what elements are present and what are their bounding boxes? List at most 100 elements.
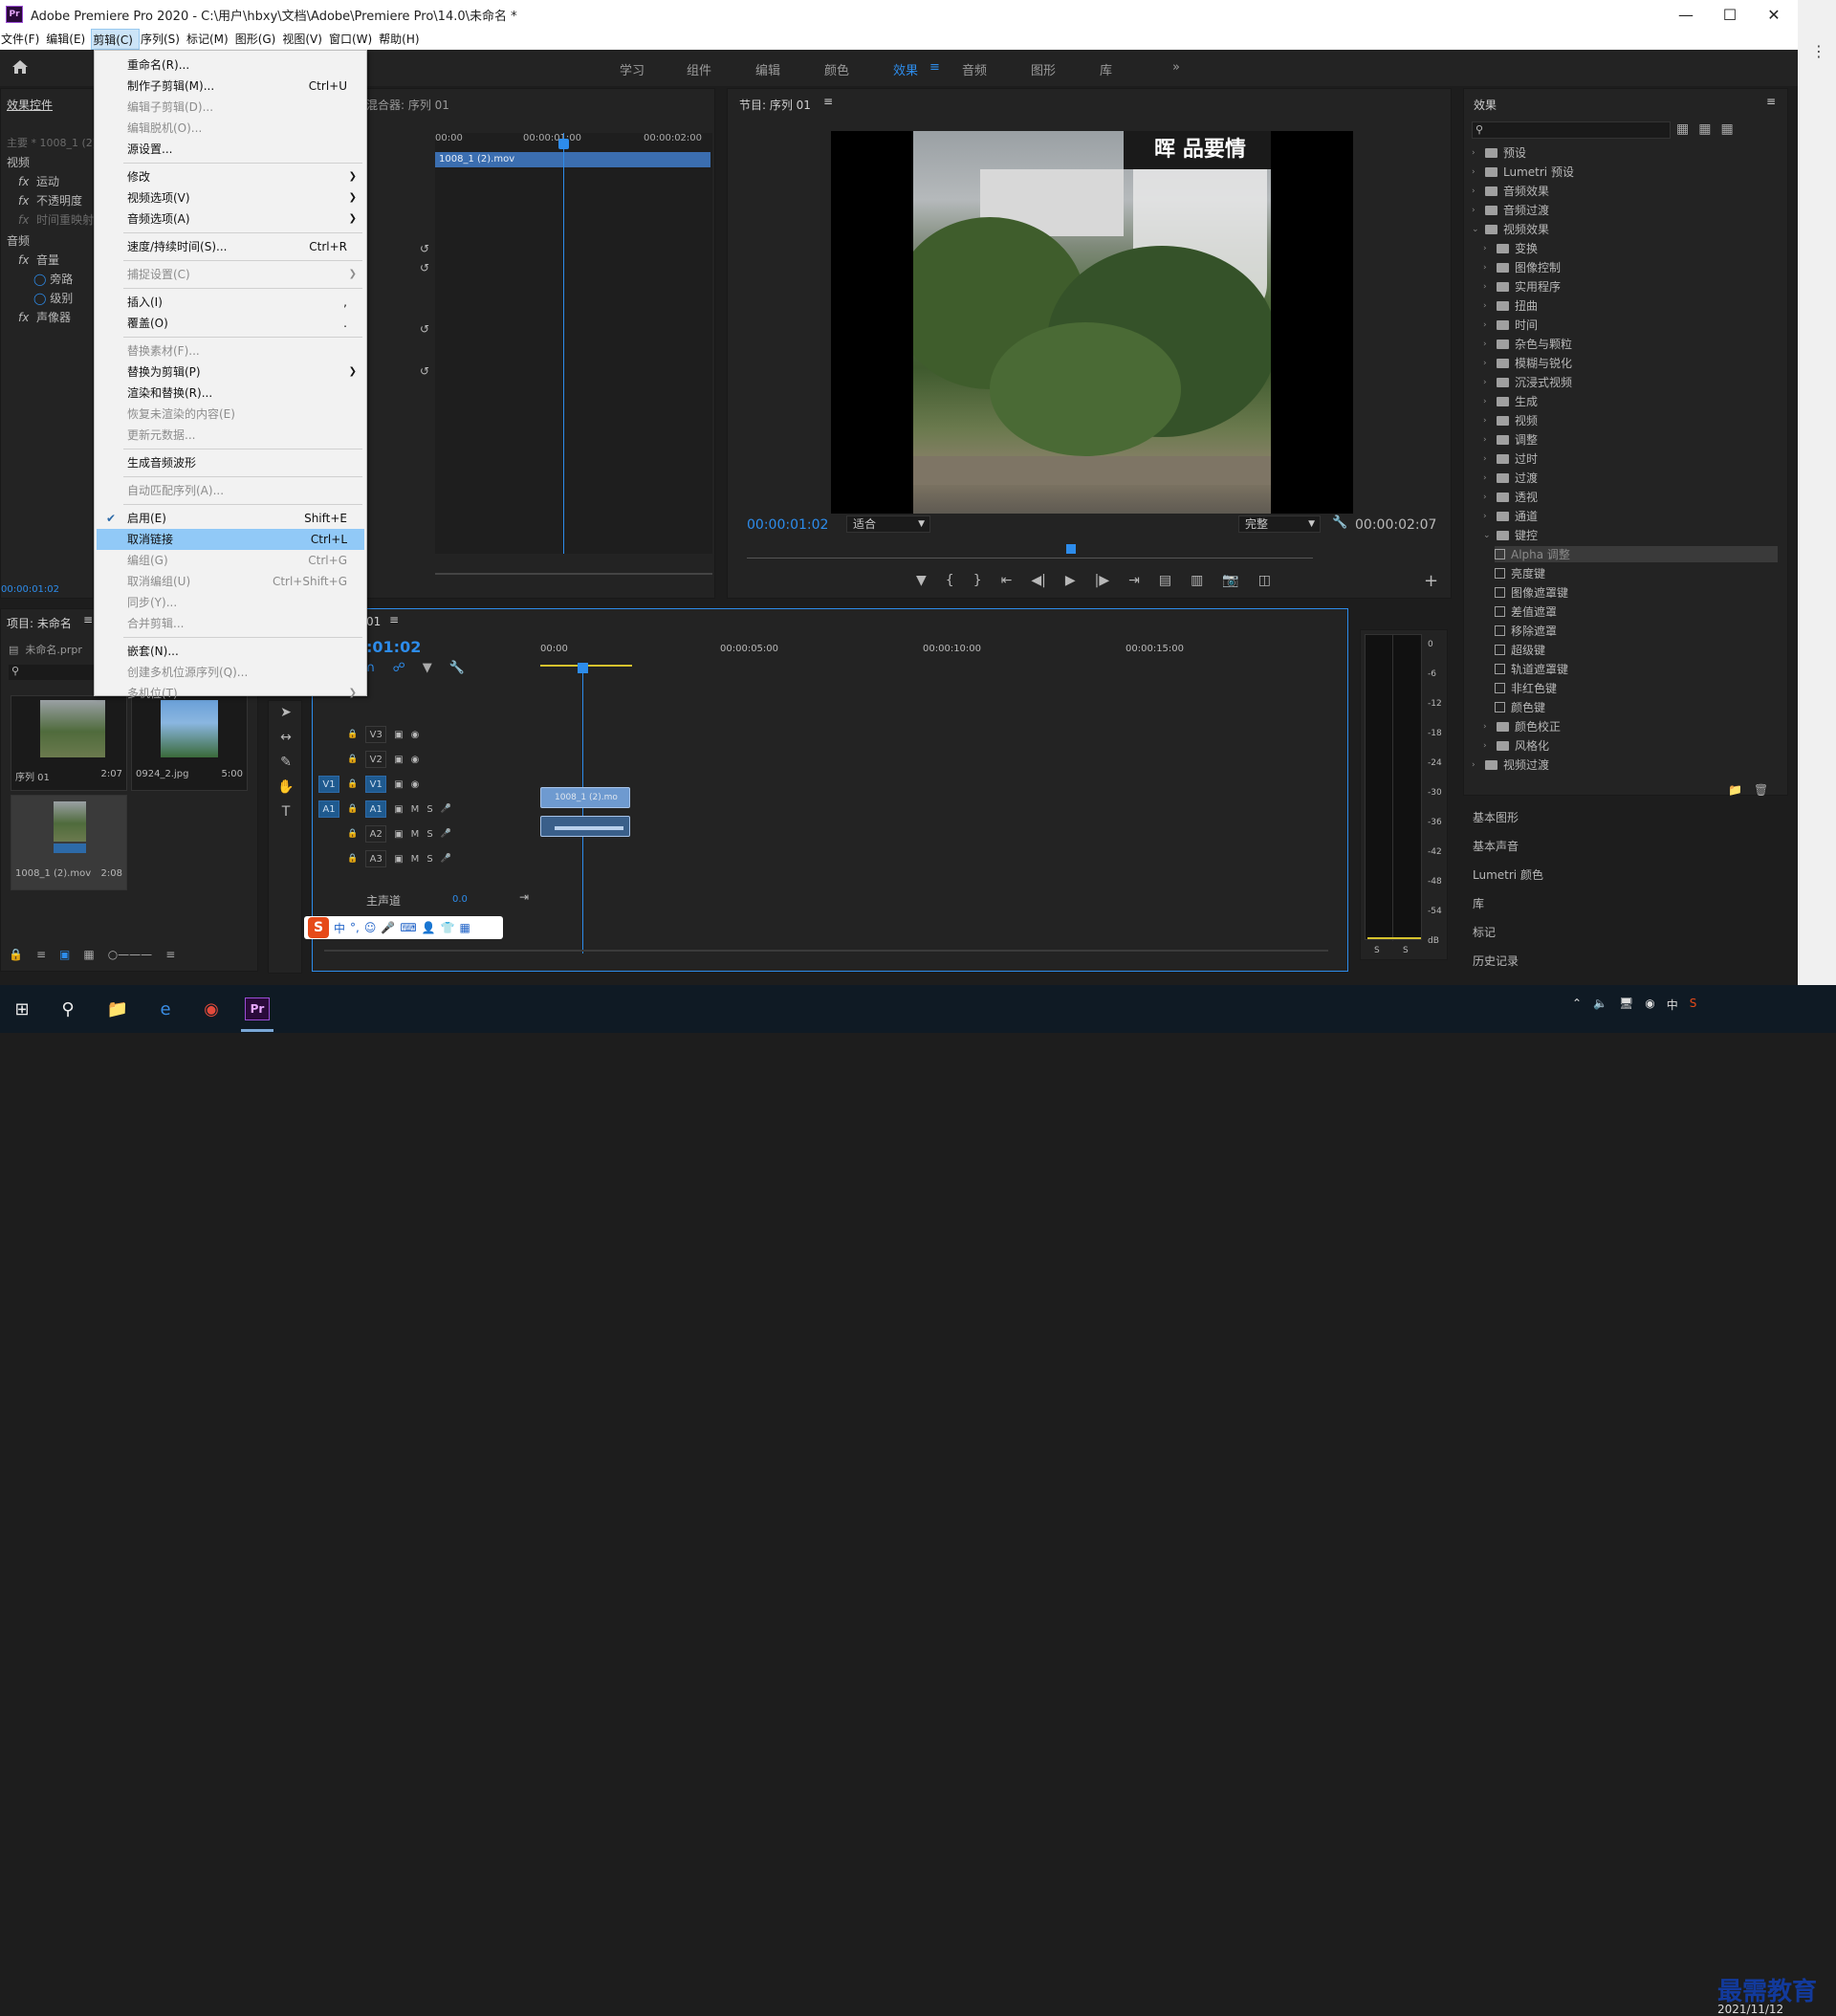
- close-button[interactable]: ✕: [1752, 0, 1796, 29]
- effects-tab[interactable]: 效果: [1474, 97, 1497, 113]
- param-bypass[interactable]: ◯ 旁路: [33, 271, 73, 287]
- panel-menu-icon[interactable]: ≡: [823, 95, 833, 108]
- program-timecode[interactable]: 00:00:01:02: [747, 517, 828, 533]
- tray-app-icon[interactable]: ◉: [1645, 997, 1654, 1013]
- effect-item[interactable]: 移除遮罩: [1495, 623, 1557, 639]
- ime-tray-icon[interactable]: 中: [1667, 997, 1678, 1013]
- context-menu-item[interactable]: 速度/持续时间(S)... Ctrl+R: [97, 236, 364, 257]
- mixer-tab[interactable]: 混合器: 序列 01: [366, 97, 449, 113]
- type-tool-icon[interactable]: T: [276, 804, 295, 823]
- lock-icon[interactable]: 🔒: [9, 948, 23, 961]
- panel-menu-icon[interactable]: ≡: [1766, 95, 1776, 108]
- effects-folder[interactable]: › 风格化: [1483, 737, 1549, 754]
- reset-icon[interactable]: ↺: [420, 242, 429, 255]
- context-menu-item[interactable]: 插入(I),: [97, 292, 364, 313]
- context-menu-item[interactable]: 音频选项(A) ❯: [97, 208, 364, 230]
- chevron-right-icon[interactable]: ›: [1472, 148, 1479, 158]
- audio-clip[interactable]: [540, 816, 630, 837]
- menu-window[interactable]: 窗口(W): [328, 29, 378, 50]
- sogou-tray-icon[interactable]: S: [1690, 997, 1697, 1013]
- context-menu-item[interactable]: 替换为剪辑(P) ❯: [97, 362, 364, 383]
- source-patch-button[interactable]: [318, 825, 339, 843]
- context-menu-item[interactable]: 修改 ❯: [97, 166, 364, 187]
- track-target-button[interactable]: A3: [365, 850, 387, 867]
- ime-chinese-mode[interactable]: 中: [334, 920, 345, 936]
- history-panel[interactable]: 历史记录: [1473, 953, 1519, 969]
- effects-folder[interactable]: › 预设: [1472, 144, 1526, 161]
- ime-keyboard-icon[interactable]: ⌨: [400, 921, 416, 934]
- effects-folder[interactable]: › 视频: [1483, 412, 1538, 428]
- effects-folder[interactable]: › 变换: [1483, 240, 1538, 256]
- lumetri-color-panel[interactable]: Lumetri 颜色: [1473, 866, 1543, 883]
- chevron-right-icon[interactable]: ›: [1483, 397, 1491, 406]
- zoom-scrollbar[interactable]: [435, 573, 712, 575]
- program-scrubber[interactable]: [747, 558, 1313, 559]
- context-menu-item[interactable]: 覆盖(O).: [97, 313, 364, 334]
- effects-search-input[interactable]: ⚲: [1472, 121, 1671, 139]
- list-view-icon[interactable]: ≡: [36, 948, 46, 961]
- chrome-browser-icon[interactable]: ◉: [197, 995, 226, 1023]
- reset-icon[interactable]: ↺: [420, 364, 429, 378]
- file-explorer-icon[interactable]: 📁: [103, 995, 132, 1023]
- effect-item[interactable]: Alpha 调整: [1495, 546, 1778, 562]
- context-menu-item[interactable]: 嵌套(N)...: [97, 641, 364, 662]
- chevron-right-icon[interactable]: ›: [1483, 435, 1491, 445]
- project-item-video[interactable]: 1008_1 (2).mov 2:08: [11, 795, 127, 890]
- workspace-tab-color[interactable]: 颜色: [824, 60, 849, 78]
- effects-folder[interactable]: › 调整: [1483, 431, 1538, 448]
- mute-button[interactable]: M: [411, 854, 420, 865]
- chevron-right-icon[interactable]: ›: [1483, 473, 1491, 483]
- linked-selection-icon[interactable]: ☍: [393, 661, 405, 675]
- sync-lock-icon[interactable]: ▣: [394, 755, 403, 765]
- stopwatch-icon[interactable]: ◯: [33, 273, 46, 286]
- add-marker-icon[interactable]: ▼: [423, 661, 432, 675]
- playhead-handle[interactable]: [558, 139, 569, 149]
- source-patch-button[interactable]: [318, 751, 339, 768]
- video-clip[interactable]: 1008_1 (2).mo: [540, 787, 630, 808]
- menu-edit[interactable]: 编辑(E): [45, 29, 91, 50]
- effects-folder[interactable]: › 沉浸式视频: [1483, 374, 1572, 390]
- context-menu-item[interactable]: 取消链接 Ctrl+L: [97, 529, 364, 550]
- chevron-right-icon[interactable]: ›: [1483, 512, 1491, 521]
- chevron-right-icon[interactable]: ›: [1483, 244, 1491, 253]
- delete-icon[interactable]: 🗑: [1754, 783, 1768, 797]
- workspace-overflow-button[interactable]: »: [1172, 60, 1180, 75]
- source-patch-button[interactable]: A1: [318, 800, 339, 818]
- sync-lock-icon[interactable]: ▣: [394, 854, 403, 865]
- chevron-right-icon[interactable]: ›: [1483, 340, 1491, 349]
- effect-item[interactable]: 颜色键: [1495, 699, 1545, 715]
- toggle-output-eye-icon[interactable]: ◉: [411, 755, 420, 765]
- source-patch-button[interactable]: [318, 850, 339, 867]
- solo-left-button[interactable]: S: [1374, 946, 1380, 955]
- effects-folder[interactable]: › 扭曲: [1483, 297, 1538, 314]
- tray-expand-icon[interactable]: ⌃: [1572, 997, 1582, 1013]
- track-lock-icon[interactable]: 🔒: [347, 829, 358, 839]
- hand-tool-icon[interactable]: ✋: [276, 779, 295, 799]
- effect-item[interactable]: 超级键: [1495, 642, 1545, 658]
- effects-folder[interactable]: › 音频过渡: [1472, 202, 1549, 218]
- effect-volume[interactable]: fx 音量: [18, 252, 59, 268]
- chevron-right-icon[interactable]: ›: [1472, 206, 1479, 215]
- workspace-tab-editing[interactable]: 编辑: [755, 60, 780, 78]
- essential-sound-panel[interactable]: 基本声音: [1473, 838, 1519, 854]
- effects-folder[interactable]: › 过渡: [1483, 470, 1538, 486]
- menu-view[interactable]: 视图(V): [281, 29, 328, 50]
- toggle-output-eye-icon[interactable]: ◉: [411, 779, 420, 790]
- track-lock-icon[interactable]: 🔒: [347, 854, 358, 864]
- play-icon[interactable]: ▶: [1065, 573, 1076, 588]
- go-to-end-icon[interactable]: ⇥: [519, 890, 529, 904]
- essential-graphics-panel[interactable]: 基本图形: [1473, 809, 1519, 825]
- source-patch-button[interactable]: V1: [318, 776, 339, 793]
- chevron-down-icon[interactable]: ⌄: [1472, 225, 1479, 234]
- toggle-output-eye-icon[interactable]: ◉: [411, 730, 420, 740]
- chevron-right-icon[interactable]: ›: [1483, 263, 1491, 273]
- ime-punctuation[interactable]: °,: [350, 921, 360, 934]
- chevron-right-icon[interactable]: ›: [1483, 416, 1491, 426]
- extract-icon[interactable]: ▥: [1191, 573, 1203, 588]
- video-preview[interactable]: 晖 品要情: [831, 131, 1353, 514]
- chevron-right-icon[interactable]: ›: [1472, 760, 1479, 770]
- wrench-icon[interactable]: 🔧: [1332, 515, 1347, 530]
- timeline-tab[interactable]: 01: [366, 615, 381, 628]
- context-menu-item[interactable]: 制作子剪辑(M)... Ctrl+U: [97, 76, 364, 97]
- go-to-out-icon[interactable]: ⇥: [1128, 573, 1140, 588]
